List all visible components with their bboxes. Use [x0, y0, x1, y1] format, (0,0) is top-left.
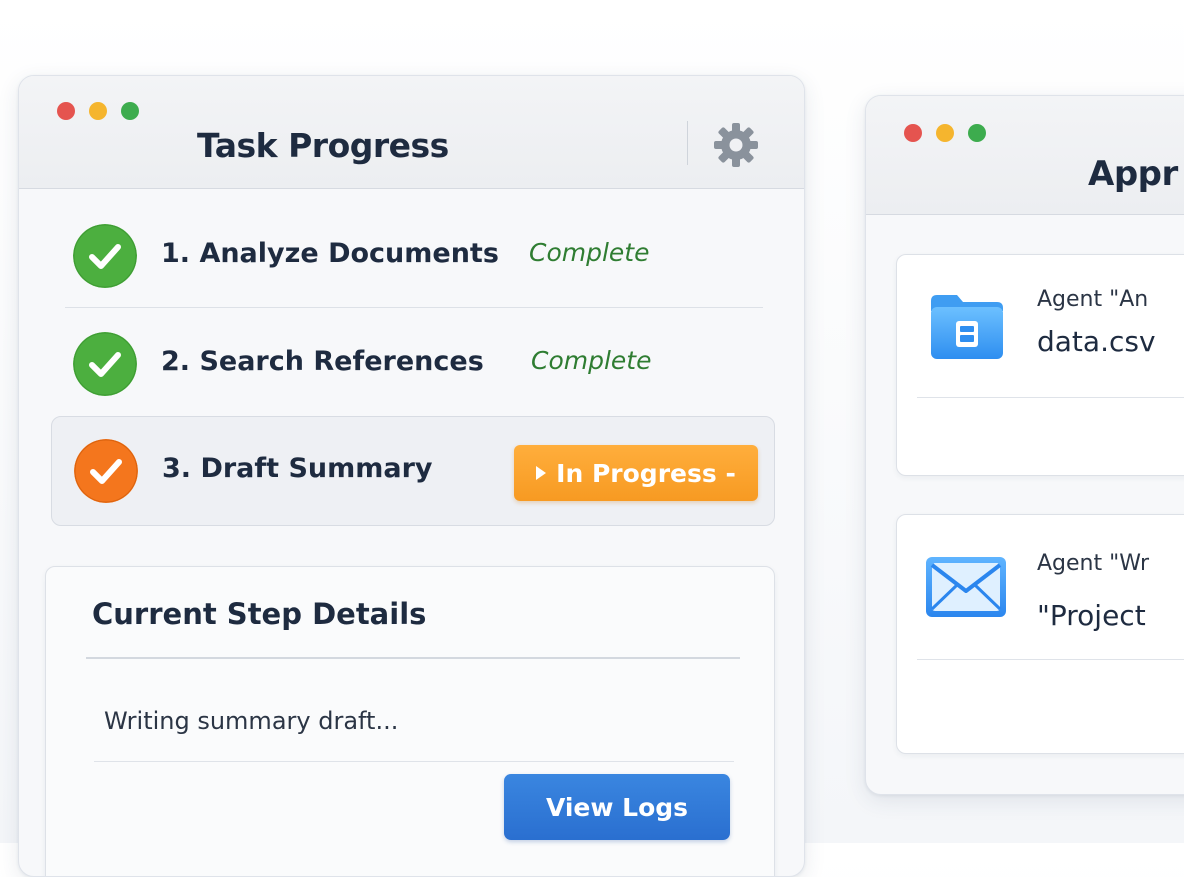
check-circle-icon: [73, 224, 137, 288]
request-subject: "Project: [1037, 599, 1146, 632]
step-label: 3. Draft Summary: [162, 453, 433, 484]
close-window-button[interactable]: [57, 102, 75, 120]
approval-request-card[interactable]: Agent "Wr "Project: [896, 514, 1184, 754]
task-progress-window: Task Progress 1. Analyze Documents Compl…: [18, 75, 805, 877]
divider: [94, 761, 734, 762]
request-description: Agent "Wr: [1037, 551, 1150, 576]
details-title: Current Step Details: [92, 597, 427, 631]
minimize-window-button[interactable]: [89, 102, 107, 120]
title-divider: [687, 121, 688, 165]
check-circle-icon: [74, 439, 138, 503]
window-controls: [57, 102, 139, 120]
step-label: 2. Search References: [161, 346, 484, 377]
details-text: Writing summary draft...: [104, 707, 399, 735]
current-step-details-card: Current Step Details Writing summary dra…: [45, 566, 775, 876]
envelope-icon: [926, 557, 1006, 617]
status-complete-text: Complete: [529, 238, 650, 267]
divider: [86, 657, 740, 659]
step-row-search-references[interactable]: 2. Search References Complete: [65, 308, 763, 416]
title-bar: Task Progress: [19, 76, 804, 189]
minimize-window-button[interactable]: [936, 124, 954, 142]
maximize-window-button[interactable]: [121, 102, 139, 120]
title-bar: Appr: [866, 96, 1184, 215]
window-title: Appr: [1088, 154, 1178, 194]
check-circle-icon: [73, 332, 137, 396]
in-progress-badge[interactable]: In Progress -: [514, 445, 758, 501]
view-logs-button[interactable]: View Logs: [504, 774, 730, 840]
divider: [917, 397, 1184, 398]
gear-icon[interactable]: [712, 121, 760, 169]
status-complete-text: Complete: [531, 346, 652, 375]
step-row-analyze-documents[interactable]: 1. Analyze Documents Complete: [65, 200, 763, 308]
approval-window: Appr Agent "An data.csv Agent "Wr "Proje…: [865, 95, 1184, 795]
request-description: Agent "An: [1037, 287, 1149, 312]
request-file-name: data.csv: [1037, 325, 1156, 358]
step-label: 1. Analyze Documents: [161, 238, 499, 269]
window-title: Task Progress: [197, 126, 449, 165]
step-row-draft-summary[interactable]: 3. Draft Summary In Progress -: [51, 416, 775, 526]
folder-file-icon: [931, 295, 1003, 359]
status-pill-label: In Progress -: [556, 458, 736, 488]
maximize-window-button[interactable]: [968, 124, 986, 142]
divider: [917, 659, 1184, 660]
approval-request-card[interactable]: Agent "An data.csv: [896, 254, 1184, 476]
window-controls: [904, 124, 986, 142]
play-arrow-icon: [536, 466, 547, 480]
close-window-button[interactable]: [904, 124, 922, 142]
